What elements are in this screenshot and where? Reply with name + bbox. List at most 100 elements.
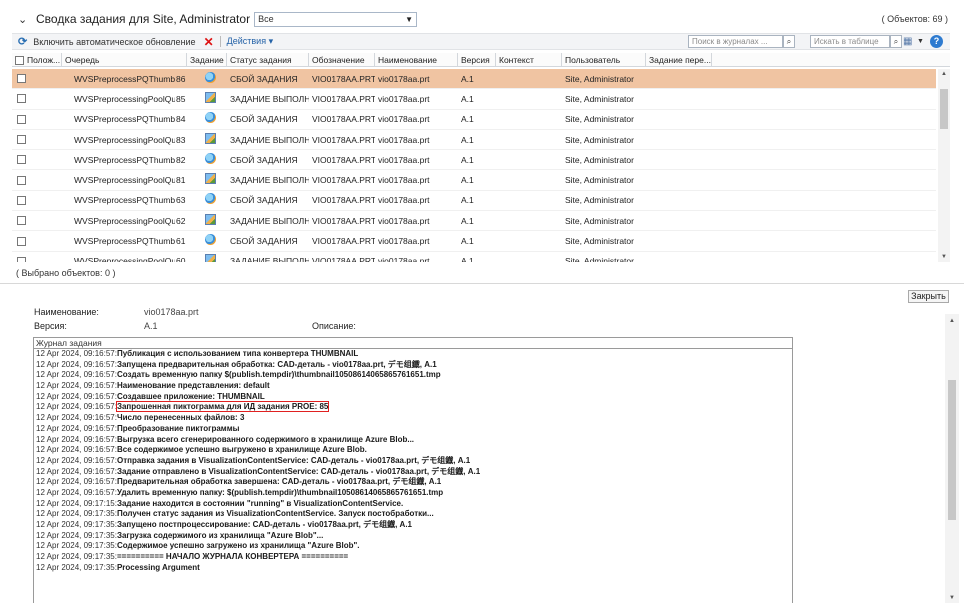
table-row[interactable]: WVSPreprocessingPoolQueueL81 ЗАДАНИЕ ВЫПО…: [12, 170, 936, 191]
row-checkbox[interactable]: [17, 195, 26, 205]
log-line: 12 Apr 2024, 09:17:15:Задание находится …: [34, 499, 792, 510]
log-message: Создать временную папку $(publish.tempdi…: [116, 370, 441, 380]
search-icon[interactable]: ⌕: [890, 35, 902, 48]
queue-cell: WVSPreprocessingPoolQueueL: [74, 134, 175, 145]
row-checkbox[interactable]: [17, 135, 26, 145]
pane-divider[interactable]: [0, 283, 964, 284]
queue-cell: WVSPreprocessPQThumbnailL: [74, 195, 175, 206]
table-row[interactable]: WVSPreprocessPQThumbnailL86 СБОЙ ЗАДАНИЯ V…: [12, 69, 936, 90]
log-line: 12 Apr 2024, 09:16:57:Выгрузка всего сге…: [34, 435, 792, 446]
name-cell: vio0178aa.prt: [378, 114, 430, 125]
select-all-checkbox[interactable]: [15, 55, 24, 65]
summary-header: ⌄ Сводка задания для Site, Administrator…: [12, 8, 950, 30]
table-row[interactable]: WVSPreprocessPQThumbnailL61 СБОЙ ЗАДАНИЯ V…: [12, 231, 936, 252]
user-cell: Site, Administrator: [565, 195, 634, 206]
log-line: 12 Apr 2024, 09:16:57:Все содержимое усп…: [34, 445, 792, 456]
version-cell: A.1: [461, 256, 474, 262]
job-failed-icon: [205, 193, 216, 205]
log-message: Запущено постпроцессирование: CAD-деталь…: [116, 520, 413, 529]
job-completed-icon: [205, 213, 216, 225]
scroll-up-icon[interactable]: ▲: [938, 71, 950, 77]
job-cell: 84: [176, 114, 186, 125]
job-failed-icon: [205, 152, 216, 164]
row-checkbox[interactable]: [17, 114, 26, 124]
job-cell: 85: [176, 93, 186, 104]
row-checkbox[interactable]: [17, 94, 26, 104]
version-cell: A.1: [461, 195, 474, 206]
filter-select-value: Все: [258, 14, 274, 24]
column-header-label: Обозначение: [312, 55, 365, 65]
table-header: Полож... Очередь Задание Статус задания Обоз…: [12, 53, 950, 67]
log-line: 12 Apr 2024, 09:17:35:Содержимое успешно…: [34, 541, 792, 552]
row-checkbox[interactable]: [17, 236, 26, 246]
name-cell: vio0178aa.prt: [378, 236, 430, 247]
details-scrollbar[interactable]: ▲ ▼: [945, 314, 959, 603]
log-message: Предварительная обработка завершена: CAD…: [116, 477, 442, 487]
column-header[interactable]: Статус задания: [227, 53, 309, 67]
designation-cell: VIO0178AA.PRT: [312, 256, 375, 262]
scroll-up-icon[interactable]: ▲: [945, 318, 959, 324]
scroll-down-icon[interactable]: ▼: [945, 595, 959, 601]
actions-menu[interactable]: Действия ▾: [227, 36, 273, 47]
table-scrollbar[interactable]: ▲ ▼: [938, 69, 950, 262]
log-timestamp: 12 Apr 2024, 09:16:57:: [36, 423, 117, 433]
log-line: 12 Apr 2024, 09:16:57:Число перенесенных…: [34, 413, 792, 424]
collapse-chevron-icon[interactable]: ⌄: [18, 13, 32, 26]
column-header[interactable]: Обозначение: [309, 53, 375, 67]
filter-select[interactable]: Все ▼: [254, 11, 418, 27]
refresh-icon[interactable]: ⟳: [18, 35, 27, 48]
log-timestamp: 12 Apr 2024, 09:17:35:: [36, 552, 117, 562]
row-checkbox[interactable]: [17, 74, 26, 84]
column-header-label: Статус задания: [230, 55, 292, 65]
column-header[interactable]: Версия: [458, 53, 496, 67]
close-button[interactable]: Закрыть: [908, 290, 949, 303]
column-header[interactable]: Задание пере...: [646, 53, 712, 67]
version-cell: A.1: [461, 134, 474, 145]
delete-icon[interactable]: ✕: [204, 35, 214, 49]
column-config-icon[interactable]: ▦: [903, 36, 912, 47]
selected-count: ( Выбрано объектов: 0 ): [16, 268, 116, 278]
log-message: Создавшее приложение: THUMBNAIL: [116, 391, 265, 401]
scroll-thumb[interactable]: [948, 380, 956, 520]
designation-cell: VIO0178AA.PRT: [312, 175, 375, 186]
user-cell: Site, Administrator: [565, 134, 634, 145]
job-cell: 63: [176, 195, 186, 206]
column-header[interactable]: Очередь: [62, 53, 187, 67]
table-row[interactable]: WVSPreprocessingPoolQueueL85 ЗАДАНИЕ ВЫПО…: [12, 89, 936, 110]
table-row[interactable]: WVSPreprocessPQThumbnailL82 СБОЙ ЗАДАНИЯ V…: [12, 150, 936, 171]
table-row[interactable]: WVSPreprocessPQThumbnailL84 СБОЙ ЗАДАНИЯ V…: [12, 110, 936, 130]
row-checkbox[interactable]: [17, 175, 26, 185]
row-checkbox[interactable]: [17, 216, 26, 226]
name-cell: vio0178aa.prt: [378, 215, 430, 226]
name-cell: vio0178aa.prt: [378, 73, 430, 84]
scroll-thumb[interactable]: [940, 89, 948, 129]
designation-cell: VIO0178AA.PRT: [312, 114, 375, 125]
user-cell: Site, Administrator: [565, 215, 634, 226]
table-row[interactable]: WVSPreprocessingPoolQueueL60 ЗАДАНИЕ ВЫПО…: [12, 252, 936, 262]
row-checkbox[interactable]: [17, 155, 26, 165]
queue-cell: WVSPreprocessPQThumbnailL: [74, 236, 175, 247]
table-row[interactable]: WVSPreprocessPQThumbnailL63 СБОЙ ЗАДАНИЯ V…: [12, 191, 936, 212]
log-timestamp: 12 Apr 2024, 09:16:57:: [36, 370, 117, 380]
column-header[interactable]: Полож...: [12, 53, 62, 67]
table-row[interactable]: WVSPreprocessingPoolQueueL83 ЗАДАНИЕ ВЫПО…: [12, 130, 936, 151]
job-summary-panel: ⌄ Сводка задания для Site, Administrator…: [12, 8, 950, 263]
user-cell: Site, Administrator: [565, 114, 634, 125]
table-search-input[interactable]: Искать в таблице: [810, 35, 890, 48]
queue-cell: WVSPreprocessingPoolQueueL: [74, 256, 175, 262]
table-row[interactable]: WVSPreprocessingPoolQueueL62 ЗАДАНИЕ ВЫПО…: [12, 211, 936, 232]
search-icon[interactable]: ⌕: [783, 35, 795, 48]
log-timestamp: 12 Apr 2024, 09:16:57:: [36, 402, 117, 412]
scroll-down-icon[interactable]: ▼: [938, 254, 950, 260]
column-header[interactable]: Пользователь: [562, 53, 646, 67]
log-message: Получен статус задания из VisualizationC…: [116, 509, 434, 519]
log-search-input[interactable]: Поиск в журналах ...: [688, 35, 783, 48]
row-checkbox[interactable]: [17, 256, 26, 262]
log-line: 12 Apr 2024, 09:16:57:Запрошенная пиктог…: [34, 401, 792, 413]
column-header[interactable]: Контекст: [496, 53, 562, 67]
help-icon[interactable]: ?: [930, 35, 943, 48]
auto-refresh-button[interactable]: Включить автоматическое обновление: [33, 37, 195, 47]
column-header[interactable]: Задание: [187, 53, 227, 67]
column-header[interactable]: Наименование: [375, 53, 458, 67]
chevron-down-icon[interactable]: ▼: [917, 38, 924, 45]
